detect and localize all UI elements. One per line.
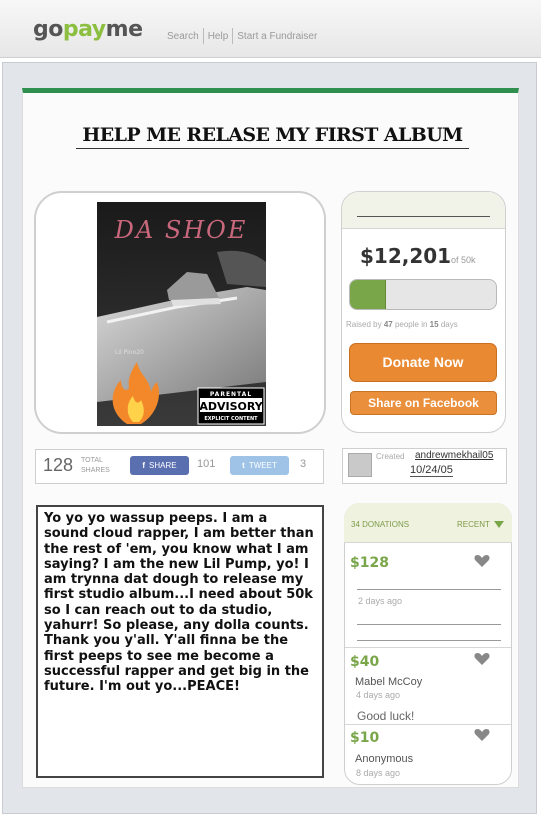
goal-text: of 50k	[451, 255, 476, 265]
funding-box-header	[342, 192, 505, 229]
tweet-count: 3	[300, 458, 307, 470]
donor-name-line	[357, 589, 501, 590]
nav: Search Help Start a Fundraiser	[167, 28, 317, 44]
progress-fill	[350, 280, 386, 309]
creator-avatar[interactable]	[348, 453, 372, 477]
story-box: Yo yo yo wassup peeps. I am a sound clou…	[36, 505, 324, 778]
parental-advisory-label: PARENTAL ADVISORY EXPLICIT CONTENT	[197, 387, 265, 425]
nav-search-link[interactable]: Search	[167, 31, 199, 42]
raised-amount: $12,201	[360, 244, 452, 268]
donation-divider	[345, 647, 511, 648]
donor-name: Mabel McCoy	[355, 676, 423, 688]
donation-time: 8 days ago	[356, 768, 401, 778]
raised-by-text: Raised by 47 people in 15 days	[346, 320, 458, 329]
donate-now-button[interactable]: Donate Now	[349, 343, 497, 382]
twitter-icon: t	[242, 461, 245, 470]
chevron-down-icon[interactable]	[494, 521, 504, 528]
nav-start-fundraiser-link[interactable]: Start a Fundraiser	[237, 31, 317, 42]
progress-bar	[349, 279, 497, 310]
album-cover-image[interactable]: DA SHOE Lil Pino20 PARENTAL ADVISORY EXP…	[97, 202, 266, 426]
message-line	[357, 624, 501, 625]
donor-name: Anonymous	[355, 753, 414, 765]
top-bar: gopayme Search Help Start a Fundraiser	[0, 0, 541, 58]
heart-icon[interactable]	[474, 728, 490, 742]
donation-amount: $40	[350, 654, 380, 670]
logo-me: me	[105, 17, 143, 42]
nav-divider	[232, 28, 234, 44]
logo[interactable]: gopayme	[33, 17, 143, 42]
heart-icon[interactable]	[474, 554, 490, 568]
cover-artist: Lil Pino20	[115, 349, 144, 356]
message-line	[357, 640, 501, 641]
donations-count: 34 DONATIONS	[351, 520, 410, 529]
tweet-button[interactable]: t TWEET	[230, 456, 289, 475]
campaign-title: HELP ME RELASE MY FIRST ALBUM	[76, 124, 469, 149]
svg-text:PARENTAL: PARENTAL	[210, 391, 252, 398]
svg-text:EXPLICIT CONTENT: EXPLICIT CONTENT	[204, 416, 258, 422]
donation-time: 4 days ago	[356, 690, 401, 700]
story-text: Yo yo yo wassup peeps. I am a sound clou…	[44, 511, 314, 695]
facebook-icon: f	[142, 461, 146, 470]
donation-amount: $128	[350, 555, 389, 571]
heart-icon[interactable]	[474, 652, 490, 666]
svg-text:ADVISORY: ADVISORY	[199, 400, 263, 413]
sort-recent-dropdown[interactable]: RECENT	[457, 520, 490, 529]
logo-pay: pay	[62, 17, 106, 42]
creator-name-link[interactable]: andrewmekhail05	[415, 450, 493, 461]
cover-title: DA SHOE	[114, 216, 248, 244]
donation-message: Good luck!	[357, 709, 415, 723]
created-label: Created	[376, 452, 405, 461]
nav-divider	[202, 28, 204, 44]
nav-help-link[interactable]: Help	[208, 31, 229, 42]
total-shares-count: 128	[43, 455, 74, 475]
donation-divider	[345, 724, 511, 725]
facebook-share-count: 101	[197, 458, 216, 470]
share-on-facebook-button[interactable]: Share on Facebook	[350, 391, 497, 415]
facebook-share-button[interactable]: f SHARE	[130, 456, 189, 475]
donation-time: 2 days ago	[358, 596, 403, 606]
created-date: 10/24/05	[410, 464, 453, 477]
total-shares-label: TOTAL SHARES	[81, 457, 110, 474]
logo-go: go	[33, 17, 63, 42]
donation-amount: $10	[350, 730, 380, 746]
